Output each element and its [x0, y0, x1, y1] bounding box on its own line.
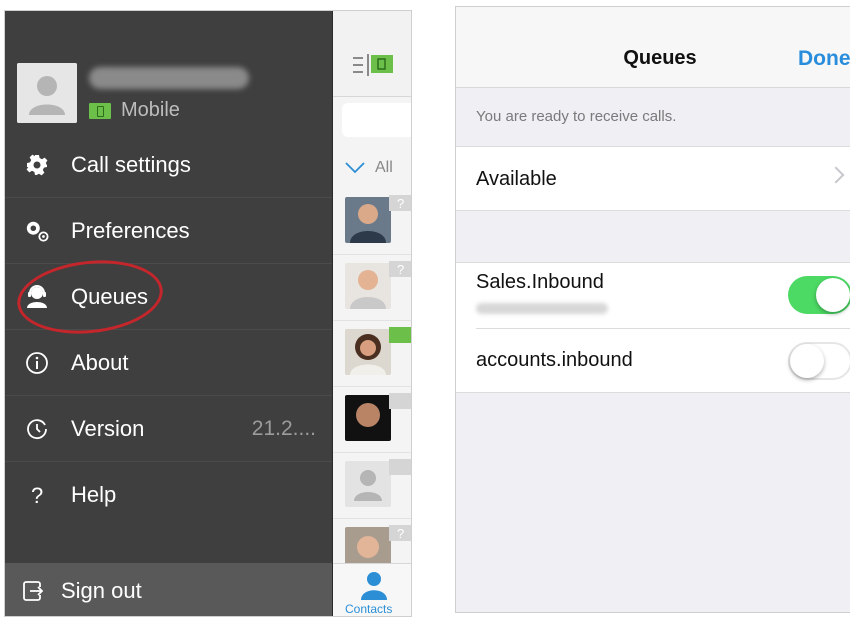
- availability-cell[interactable]: Available: [456, 146, 850, 211]
- svg-text:?: ?: [397, 262, 404, 277]
- right-phone-screen: Queues Done You are ready to receive cal…: [455, 6, 850, 613]
- queue-toggle-sales-inbound[interactable]: [788, 276, 850, 314]
- done-button[interactable]: Done: [798, 47, 850, 71]
- sign-out-label: Sign out: [61, 577, 142, 603]
- svg-text:?: ?: [397, 196, 404, 211]
- sign-out-button[interactable]: Sign out: [5, 563, 332, 616]
- gears-icon: [25, 219, 49, 243]
- contacts-filter-label: All: [375, 159, 393, 176]
- chevron-right-icon: [827, 166, 845, 184]
- menu-label-call-settings: Call settings: [71, 151, 191, 177]
- toggle-knob: [816, 278, 850, 312]
- info-icon: [25, 351, 49, 375]
- contact-row[interactable]: ?: [333, 189, 411, 255]
- tab-contacts[interactable]: Contacts: [333, 563, 411, 616]
- queue-row-accounts-inbound: accounts.inbound: [456, 329, 850, 394]
- queue-list: Sales.Inbound accounts.inbound: [456, 262, 850, 393]
- contacts-filter[interactable]: All: [345, 159, 393, 177]
- menu-label-about: About: [71, 349, 129, 375]
- presence-label: Mobile: [121, 99, 180, 121]
- menu-label-preferences: Preferences: [71, 217, 190, 243]
- user-name-blurred: [89, 67, 249, 89]
- contact-row[interactable]: [333, 453, 411, 519]
- chevron-down-icon: [345, 162, 365, 174]
- contact-photo: [345, 263, 391, 309]
- presence-status[interactable]: Mobile: [89, 99, 180, 122]
- unknown-status-icon: ?: [389, 195, 411, 211]
- unknown-status-icon: ?: [389, 261, 411, 277]
- tab-contacts-label: Contacts: [345, 602, 393, 616]
- status-menu-icon[interactable]: [353, 54, 399, 76]
- svg-text:?: ?: [397, 526, 404, 541]
- offline-flag-icon: [389, 459, 411, 475]
- mobile-flag-icon: [89, 102, 111, 119]
- contact-row[interactable]: [333, 387, 411, 453]
- unknown-status-icon: ?: [389, 525, 411, 541]
- offline-flag-icon: [389, 393, 411, 409]
- menu-item-about[interactable]: About: [5, 330, 332, 396]
- availability-label: Available: [476, 168, 557, 190]
- contact-photo: [345, 395, 391, 441]
- queue-name: accounts.inbound: [476, 349, 633, 371]
- contact-row[interactable]: ?: [333, 255, 411, 321]
- page-title: Queues: [623, 47, 697, 69]
- menu-item-call-settings[interactable]: Call settings: [5, 132, 332, 198]
- queue-row-sales-inbound: Sales.Inbound: [456, 263, 850, 328]
- contacts-list-peek: All ? ? ? Contacts: [332, 11, 411, 616]
- toggle-knob: [790, 344, 824, 378]
- contact-row[interactable]: [333, 321, 411, 387]
- menu-label-version: Version: [71, 415, 145, 441]
- gear-icon: [25, 153, 49, 177]
- nav-bar: Queues Done: [456, 7, 850, 88]
- menu-item-version[interactable]: Version 21.2....: [5, 396, 332, 462]
- contacts-header: [333, 11, 411, 97]
- ready-hint-text: You are ready to receive calls.: [476, 108, 677, 125]
- contacts-search-input[interactable]: [342, 103, 411, 137]
- contact-photo: [345, 197, 391, 243]
- left-phone-screen: Mobile Call settings Preferences Queues …: [4, 10, 412, 617]
- svg-text:?: ?: [31, 483, 43, 507]
- menu-item-help[interactable]: ? Help: [5, 462, 332, 528]
- sign-out-icon: [21, 579, 45, 603]
- side-drawer: Mobile Call settings Preferences Queues …: [5, 11, 332, 616]
- version-value: 21.2....: [251, 416, 316, 440]
- contact-photo: [345, 329, 391, 375]
- user-avatar[interactable]: [17, 63, 77, 123]
- queue-number-blurred: [476, 303, 608, 314]
- available-flag-icon: [389, 327, 411, 343]
- clock-icon: [25, 417, 49, 441]
- menu-label-help: Help: [71, 482, 117, 507]
- queue-toggle-accounts-inbound[interactable]: [788, 342, 850, 380]
- question-icon: ?: [25, 483, 49, 507]
- person-placeholder-icon: [17, 63, 77, 123]
- queue-name: Sales.Inbound: [476, 271, 604, 293]
- contacts-icon: [361, 572, 387, 600]
- contact-photo: [345, 461, 391, 507]
- menu-item-preferences[interactable]: Preferences: [5, 198, 332, 264]
